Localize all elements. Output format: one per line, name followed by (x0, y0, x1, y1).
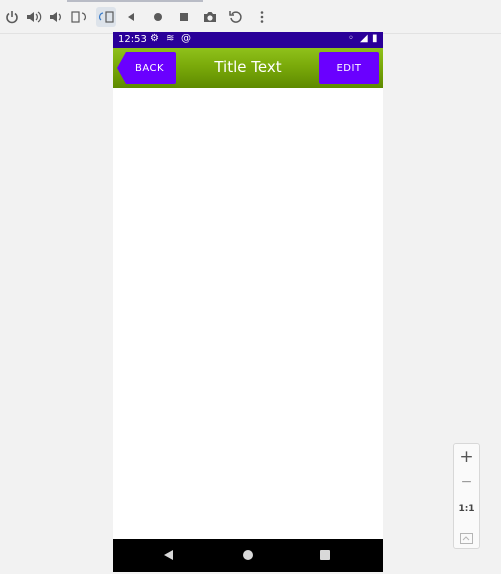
page-title: Title Text (214, 58, 282, 76)
wifi-off-icon: ≋ (166, 33, 175, 44)
volume-down-icon[interactable] (46, 7, 66, 27)
zoom-in-button[interactable]: + (454, 447, 479, 467)
more-icon[interactable] (252, 7, 272, 27)
zoom-controls: + − 1:1 (453, 443, 480, 549)
battery-icon: ▮ (372, 33, 378, 44)
wifi-icon: ◦ (348, 33, 354, 44)
back-button[interactable]: BACK (117, 52, 176, 84)
at-icon: @ (181, 33, 191, 44)
fit-screen-icon[interactable] (454, 529, 479, 548)
zoom-1-to-1-button[interactable]: 1:1 (454, 504, 479, 514)
emulator-toolbar (0, 0, 501, 34)
status-time: 12:53 (118, 34, 147, 45)
nav-home-icon[interactable] (243, 550, 253, 560)
replay-icon[interactable] (226, 7, 246, 27)
device-screen: 12:53 ⚙ ≋ @ ◦ ◢ ▮ BACK Title Text EDIT (113, 32, 383, 572)
back-icon[interactable] (121, 7, 141, 27)
zoom-out-button[interactable]: − (454, 474, 479, 490)
status-bar: 12:53 ⚙ ≋ @ ◦ ◢ ▮ (113, 32, 383, 48)
camera-icon[interactable] (200, 7, 220, 27)
power-icon[interactable] (2, 7, 22, 27)
rotate-right-icon[interactable] (96, 7, 116, 27)
home-icon[interactable] (148, 7, 168, 27)
volume-up-icon[interactable] (24, 7, 44, 27)
content-area (113, 88, 383, 539)
signal-icon: ◢ (360, 33, 368, 44)
navigation-bar (113, 539, 383, 572)
rotate-left-icon[interactable] (69, 7, 89, 27)
nav-recents-icon[interactable] (320, 550, 330, 560)
settings-icon: ⚙ (150, 33, 159, 44)
overview-icon[interactable] (174, 7, 194, 27)
edit-button[interactable]: EDIT (319, 52, 379, 84)
nav-back-icon[interactable] (164, 550, 173, 560)
toolbar-tab-indicator (67, 0, 203, 2)
app-bar: BACK Title Text EDIT (113, 48, 383, 88)
